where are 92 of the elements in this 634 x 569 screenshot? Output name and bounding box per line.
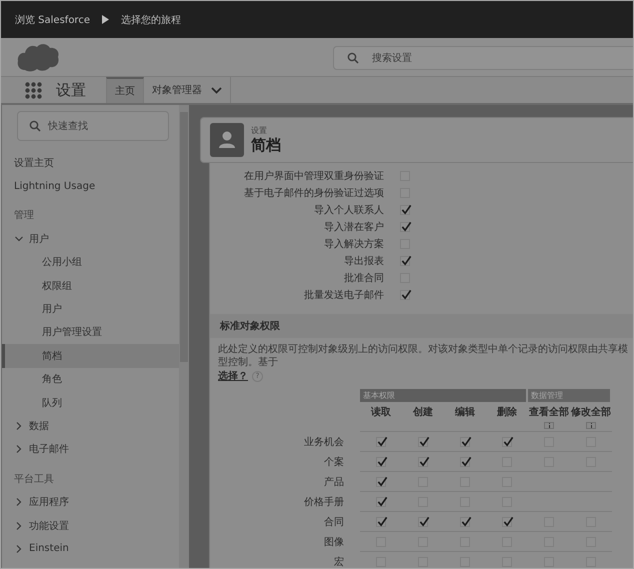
sidebar-link[interactable]: 权限组 [2, 274, 179, 298]
help-link[interactable]: 选择？ [218, 369, 248, 383]
permission-label: 批准合同 [343, 272, 384, 285]
row-label: 宏 [333, 556, 345, 568]
column-header: 删除 [497, 406, 517, 419]
info-icon[interactable] [544, 422, 554, 429]
permission-label: 基于电子邮件的身份验证过选项 [243, 186, 384, 200]
checkbox[interactable] [418, 516, 428, 526]
checkbox[interactable] [418, 456, 428, 466]
breadcrumb-link[interactable]: 浏览 Salesforce [15, 12, 90, 26]
sidebar-link[interactable]: 简档 [2, 344, 179, 368]
triangle-icon [102, 15, 109, 24]
chevron-right-icon [15, 445, 23, 454]
page-eyebrow: 设置 [251, 125, 268, 136]
scrollbar[interactable] [179, 105, 189, 568]
sidebar-group[interactable]: 功能设置 [7, 514, 179, 538]
checkbox[interactable] [544, 556, 554, 566]
checkbox[interactable] [400, 290, 410, 300]
checkbox[interactable] [418, 556, 428, 566]
checkbox[interactable] [376, 556, 386, 566]
column-group-header: 数据管理 [528, 389, 610, 402]
column-header: 修改全部 [571, 406, 611, 419]
row-label: 产品 [323, 476, 345, 490]
row-label: 合同 [323, 516, 345, 530]
grid-icon [25, 82, 42, 98]
section-header: 标准对象权限 [210, 314, 633, 338]
checkbox[interactable] [400, 205, 410, 215]
permission-label: 批量发送电子邮件 [303, 288, 384, 302]
nav-tab[interactable]: 对象管理器 [144, 77, 231, 103]
sidebar-group[interactable]: 电子邮件 [7, 438, 179, 462]
checkbox[interactable] [376, 496, 386, 506]
search-icon [347, 52, 359, 64]
quick-find-field[interactable]: 快速查找 [17, 111, 169, 141]
checkbox[interactable] [376, 516, 386, 526]
permission-label: 导出报表 [343, 254, 384, 268]
checkbox[interactable] [376, 476, 386, 486]
checkbox[interactable] [418, 436, 428, 446]
app-name: 设置 [55, 80, 87, 100]
row-label: 图像 [323, 536, 345, 550]
chevron-down-icon [15, 234, 23, 243]
sidebar-group[interactable]: 用户 [7, 227, 179, 251]
column-header: 读取 [371, 406, 391, 419]
page-title: 简档 [251, 136, 281, 155]
column-header: 编辑 [455, 406, 475, 419]
chevron-right-icon [15, 544, 23, 553]
sidebar-link[interactable]: 用户管理设置 [2, 320, 179, 344]
sidebar-group[interactable]: 数据 [7, 414, 179, 438]
sidebar-group[interactable]: 应用程序 [7, 490, 179, 514]
sidebar-link[interactable]: 设置主页 [7, 151, 179, 174]
checkbox[interactable] [460, 456, 470, 466]
search-icon [29, 120, 41, 132]
chevron-right-icon [15, 498, 23, 506]
sidebar-group[interactable]: Einstein [7, 537, 179, 561]
permission-label: 导入潜在客户 [323, 220, 384, 234]
checkbox[interactable] [400, 222, 410, 232]
cloud-logo [16, 42, 60, 72]
description-text: 此处定义的权限可控制对象级别上的访问权限。对该对象类型中单个记录的访问权限由共享模型控制。基于 [217, 342, 629, 369]
profile-icon [210, 123, 244, 157]
row-label: 业务机会 [303, 436, 345, 450]
checkbox[interactable] [376, 436, 386, 446]
checkbox[interactable] [502, 516, 512, 526]
checkbox[interactable] [460, 556, 470, 566]
checkbox[interactable] [376, 456, 386, 466]
sidebar-link[interactable]: 公用小组 [2, 250, 179, 274]
checkbox[interactable] [502, 436, 512, 446]
nav-tab[interactable]: 主页 [106, 77, 144, 103]
permission-label: 导入个人联系人 [313, 204, 384, 217]
sidebar-link[interactable]: Lightning Usage [7, 174, 179, 198]
column-header: 创建 [413, 406, 433, 419]
sidebar-link[interactable]: 队列 [2, 390, 179, 414]
permission-label: 导入解决方案 [323, 238, 384, 251]
permission-label: 在用户界面中管理双重身份验证 [243, 170, 384, 183]
chevron-right-icon [15, 422, 23, 430]
column-group-header: 基本权限 [360, 389, 526, 402]
breadcrumb-link[interactable]: 选择您的旅程 [120, 12, 181, 26]
row-label: 价格手册 [303, 496, 345, 510]
section-heading: 平台工具 [13, 472, 55, 487]
sidebar-link[interactable]: 角色 [2, 368, 179, 391]
section-heading: 管理 [13, 209, 35, 224]
checkbox[interactable] [586, 556, 596, 566]
scroll-thumb[interactable] [180, 112, 188, 362]
checkbox[interactable] [400, 256, 410, 266]
chevron-right-icon [15, 522, 23, 530]
sidebar-link[interactable]: 用户 [2, 297, 179, 321]
info-icon[interactable] [586, 422, 596, 429]
checkbox[interactable] [460, 516, 470, 526]
checkbox[interactable] [460, 436, 470, 446]
chevron-down-icon [211, 86, 222, 94]
search-field[interactable]: 搜索设置 [333, 46, 633, 70]
row-label: 个案 [323, 456, 345, 470]
column-header: 查看全部 [529, 406, 569, 419]
checkbox[interactable] [502, 556, 512, 566]
